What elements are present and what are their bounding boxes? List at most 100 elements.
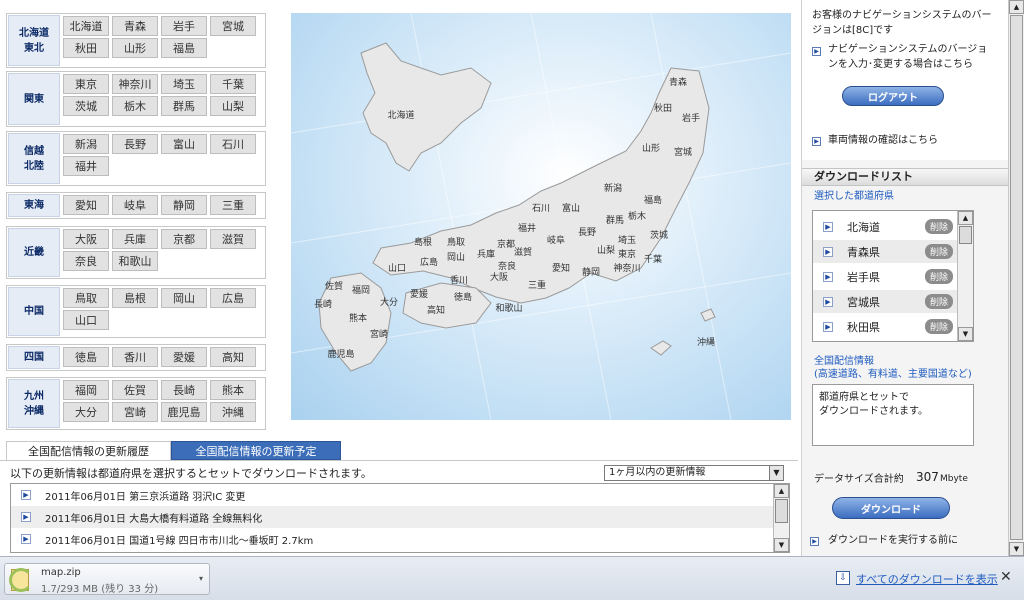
delete-button[interactable]: 削除 [925, 269, 953, 284]
region-label[interactable]: 中国 [8, 287, 60, 336]
pref-button[interactable]: 富山 [161, 134, 207, 154]
map-pref-label[interactable]: 島根 [414, 236, 432, 248]
pref-button[interactable]: 千葉 [210, 74, 256, 94]
pref-button[interactable]: 栃木 [112, 96, 158, 116]
map-pref-label[interactable]: 大分 [380, 296, 398, 308]
scroll-up-icon[interactable]: ▲ [774, 484, 789, 498]
pref-button[interactable]: 佐賀 [112, 380, 158, 400]
scroll-down-icon[interactable]: ▼ [774, 538, 789, 552]
scroll-down-icon[interactable]: ▼ [958, 327, 973, 341]
map-pref-label[interactable]: 東京 [618, 248, 636, 260]
map-pref-label[interactable]: 山形 [642, 142, 660, 154]
pref-button[interactable]: 大分 [63, 402, 109, 422]
download-list-scrollbar[interactable]: ▲ ▼ [957, 211, 973, 341]
map-pref-label[interactable]: 青森 [669, 76, 687, 88]
scroll-thumb[interactable] [775, 499, 788, 523]
pref-button[interactable]: 愛媛 [161, 347, 207, 367]
pref-button[interactable]: 愛知 [63, 195, 109, 215]
pref-button[interactable]: 島根 [112, 288, 158, 308]
version-link[interactable]: ナビゲーションシステムのバージョ ンを入力･変更する場合はこちら [828, 42, 1003, 72]
region-label[interactable]: 信越 北陸 [8, 133, 60, 184]
pref-button[interactable]: 鳥取 [63, 288, 109, 308]
pref-button[interactable]: 神奈川 [112, 74, 158, 94]
scroll-thumb[interactable] [1010, 15, 1023, 540]
delete-button[interactable]: 削除 [925, 219, 953, 234]
pref-button[interactable]: 茨城 [63, 96, 109, 116]
pref-button[interactable]: 宮崎 [112, 402, 158, 422]
pref-button[interactable]: 三重 [210, 195, 256, 215]
map-pref-label[interactable]: 山口 [388, 263, 406, 274]
region-label[interactable]: 近畿 [8, 228, 60, 277]
pref-button[interactable]: 滋賀 [210, 229, 256, 249]
before-download-link[interactable]: ダウンロードを実行する前に [828, 533, 958, 548]
map-pref-label[interactable]: 新潟 [604, 182, 622, 194]
pref-button[interactable]: 山形 [112, 38, 158, 58]
scroll-down-icon[interactable]: ▼ [1009, 542, 1024, 556]
region-label[interactable]: 関東 [8, 73, 60, 125]
pref-button[interactable]: 広島 [210, 288, 256, 308]
chevron-down-icon[interactable]: ▼ [769, 466, 783, 480]
map-pref-label[interactable]: 秋田 [654, 102, 672, 114]
pref-button[interactable]: 岩手 [161, 16, 207, 36]
pref-button[interactable]: 兵庫 [112, 229, 158, 249]
map-pref-label[interactable]: 埼玉 [618, 234, 636, 246]
pref-button[interactable]: 長野 [112, 134, 158, 154]
region-label[interactable]: 九州 沖縄 [8, 379, 60, 428]
pref-button[interactable]: 宮城 [210, 16, 256, 36]
pref-button[interactable]: 石川 [210, 134, 256, 154]
map-pref-label[interactable]: 北海道 [387, 109, 414, 121]
map-pref-label[interactable]: 福島 [644, 194, 662, 206]
pref-button[interactable]: 静岡 [161, 195, 207, 215]
pref-button[interactable]: 青森 [112, 16, 158, 36]
pref-button[interactable]: 新潟 [63, 134, 109, 154]
map-pref-label[interactable]: 千葉 [644, 253, 662, 265]
tab-update-history[interactable]: 全国配信情報の更新履歴 [6, 441, 171, 460]
download-button[interactable]: ダウンロード [832, 497, 950, 519]
map-pref-label[interactable]: 栃木 [628, 210, 646, 222]
pref-button[interactable]: 徳島 [63, 347, 109, 367]
map-pref-label[interactable]: 兵庫 [477, 248, 495, 260]
pref-button[interactable]: 鹿児島 [161, 402, 207, 422]
region-label[interactable]: 四国 [8, 346, 60, 369]
pref-button[interactable]: 岐阜 [112, 195, 158, 215]
pref-button[interactable]: 岡山 [161, 288, 207, 308]
update-period-select[interactable]: 1ヶ月以内の更新情報 ▼ [604, 465, 784, 481]
delete-button[interactable]: 削除 [925, 294, 953, 309]
map-pref-label[interactable]: 愛媛 [410, 288, 428, 300]
map-pref-label[interactable]: 群馬 [606, 214, 624, 226]
map-pref-label[interactable]: 徳島 [454, 291, 472, 303]
map-pref-label[interactable]: 山梨 [597, 244, 615, 256]
pref-button[interactable]: 群馬 [161, 96, 207, 116]
pref-button[interactable]: 山口 [63, 310, 109, 330]
pref-button[interactable]: 和歌山 [112, 251, 158, 271]
map-pref-label[interactable]: 静岡 [582, 266, 600, 278]
show-all-downloads-link[interactable]: すべてのダウンロードを表示 [856, 571, 998, 587]
map-pref-label[interactable]: 長崎 [314, 298, 332, 310]
map-pref-label[interactable]: 茨城 [650, 229, 668, 241]
map-pref-label[interactable]: 広島 [420, 256, 438, 268]
map-pref-label[interactable]: 京都 [497, 238, 515, 250]
map-pref-label[interactable]: 富山 [562, 202, 580, 214]
download-item[interactable]: map.zip 1.7/293 MB (残り 33 分) ▾ [4, 563, 210, 595]
pref-button[interactable]: 福岡 [63, 380, 109, 400]
scroll-up-icon[interactable]: ▲ [958, 211, 973, 225]
delete-button[interactable]: 削除 [925, 319, 953, 334]
logout-button[interactable]: ログアウト [842, 86, 944, 106]
map-pref-label[interactable]: 宮崎 [370, 328, 388, 340]
map-pref-label[interactable]: 愛知 [552, 262, 570, 274]
pref-button[interactable]: 秋田 [63, 38, 109, 58]
map-pref-label[interactable]: 熊本 [349, 312, 367, 324]
pref-button[interactable]: 熊本 [210, 380, 256, 400]
map-pref-label[interactable]: 福井 [518, 222, 536, 234]
delete-button[interactable]: 削除 [925, 244, 953, 259]
pref-button[interactable]: 東京 [63, 74, 109, 94]
map-pref-label[interactable]: 岡山 [447, 252, 465, 263]
map-pref-label[interactable]: 三重 [528, 279, 546, 291]
pref-button[interactable]: 大阪 [63, 229, 109, 249]
pref-button[interactable]: 香川 [112, 347, 158, 367]
map-pref-label[interactable]: 神奈川 [613, 262, 640, 274]
update-list-scrollbar[interactable]: ▲ ▼ [773, 484, 789, 552]
page-scrollbar[interactable]: ▲ ▼ [1008, 0, 1024, 556]
map-pref-label[interactable]: 奈良 [498, 260, 516, 272]
map-pref-label[interactable]: 鳥取 [447, 236, 465, 248]
